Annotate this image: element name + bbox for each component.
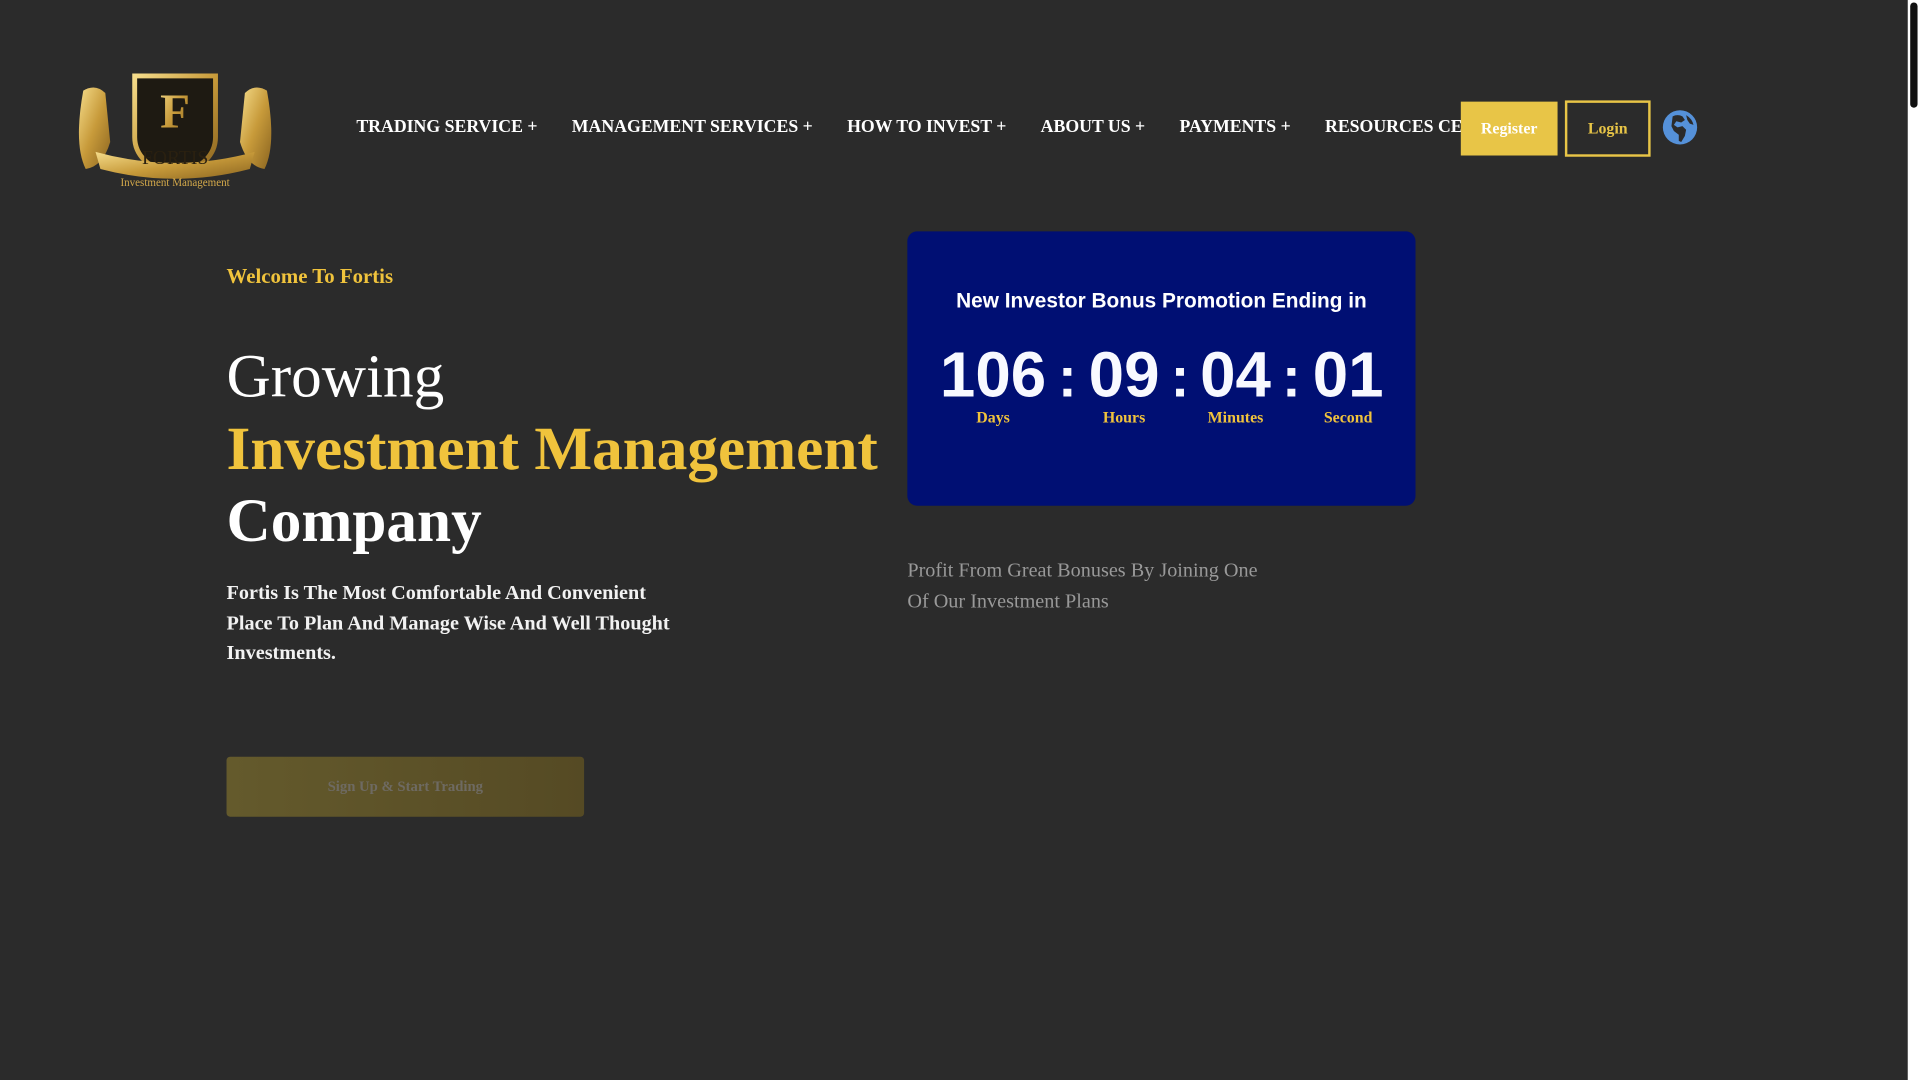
hero-description: Fortis Is The Most Comfortable And Conve…	[226, 580, 670, 664]
promo-text: Profit From Great Bonuses By Joining One…	[907, 558, 1258, 612]
nav-trading-service[interactable]: TRADING SERVICE +	[356, 118, 537, 139]
seconds-value: 01	[1312, 340, 1384, 412]
globe-icon[interactable]	[1662, 109, 1699, 146]
countdown-title: New Investor Bonus Promotion Ending in	[956, 288, 1367, 313]
login-button[interactable]: Login	[1564, 100, 1651, 157]
page: F FORTIS Investment Management TRADING S…	[0, 0, 1920, 1080]
nav-about-us[interactable]: ABOUT US +	[1041, 118, 1146, 139]
separator: :	[1057, 345, 1077, 409]
separator: :	[1282, 345, 1301, 409]
fortis-logo[interactable]: F FORTIS Investment Management	[71, 66, 279, 191]
hero-heading-line2: Investment Management	[226, 413, 878, 483]
hours-value: 09	[1088, 340, 1160, 412]
separator: :	[1170, 345, 1190, 409]
hero-heading-line1: Growing	[226, 341, 445, 411]
countdown-card: New Investor Bonus Promotion Ending in 1…	[907, 231, 1416, 506]
minutes-value: 04	[1200, 340, 1271, 412]
days-value: 106	[939, 340, 1047, 412]
hero-heading: Growing Investment Management Company	[227, 340, 878, 557]
register-button[interactable]: Register	[1460, 101, 1558, 156]
signup-button[interactable]: Sign Up & Start Trading	[226, 756, 585, 817]
countdown-days: 106 Days	[934, 339, 1052, 427]
nav-payments[interactable]: PAYMENTS +	[1179, 118, 1290, 139]
scrollbar[interactable]	[1907, 0, 1920, 1080]
svg-text:FORTIS: FORTIS	[142, 148, 208, 169]
scrollbar-thumb[interactable]	[1910, 2, 1918, 108]
nav-how-to-invest[interactable]: HOW TO INVEST +	[847, 118, 1006, 139]
countdown-seconds: 01 Second	[1303, 339, 1394, 427]
nav-management-services[interactable]: MANAGEMENT SERVICES +	[572, 118, 813, 139]
hero-heading-line3: Company	[226, 486, 482, 555]
svg-text:F: F	[160, 83, 190, 138]
main-nav: TRADING SERVICE + MANAGEMENT SERVICES + …	[356, 118, 1560, 139]
countdown-minutes: 04 Minutes	[1190, 339, 1281, 427]
countdown-hours: 09 Hours	[1079, 339, 1170, 427]
welcome-text: Welcome To Fortis	[226, 264, 394, 288]
svg-text:Investment Management: Investment Management	[120, 177, 229, 189]
